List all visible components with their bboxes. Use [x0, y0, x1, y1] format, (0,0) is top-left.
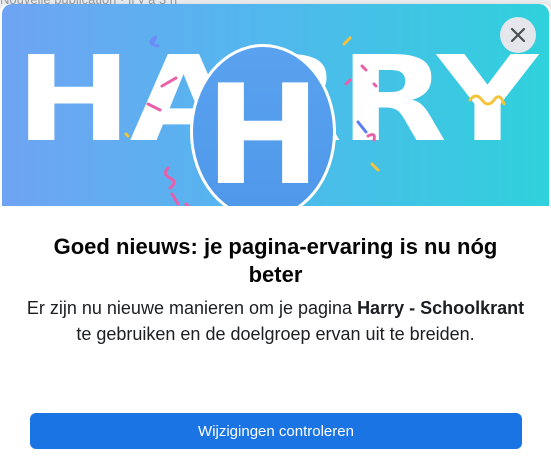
dialog-banner: HARRY [2, 4, 549, 206]
page-avatar: H [190, 44, 336, 206]
review-changes-button[interactable]: Wijzigingen controleren [30, 413, 522, 449]
body-text-end: te gebruiken en de doelgroep ervan uit t… [76, 324, 475, 344]
close-button[interactable] [500, 17, 536, 53]
body-text-start: Er zijn nu nieuwe manieren om je pagina [26, 298, 358, 318]
avatar-circle: H [190, 44, 336, 206]
close-icon [510, 27, 526, 43]
avatar-letter: H [205, 55, 321, 206]
dialog-title: Goed nieuws: je pagina-ervaring is nu nó… [53, 234, 498, 287]
page-name-highlight: Harry - Schoolkrant [357, 298, 525, 318]
dialog-body: Er zijn nu nieuwe manieren om je pagina … [24, 295, 527, 347]
page-experience-dialog: HARRY [0, 4, 551, 461]
dialog-content: Goed nieuws: je pagina-ervaring is nu nó… [24, 233, 527, 347]
